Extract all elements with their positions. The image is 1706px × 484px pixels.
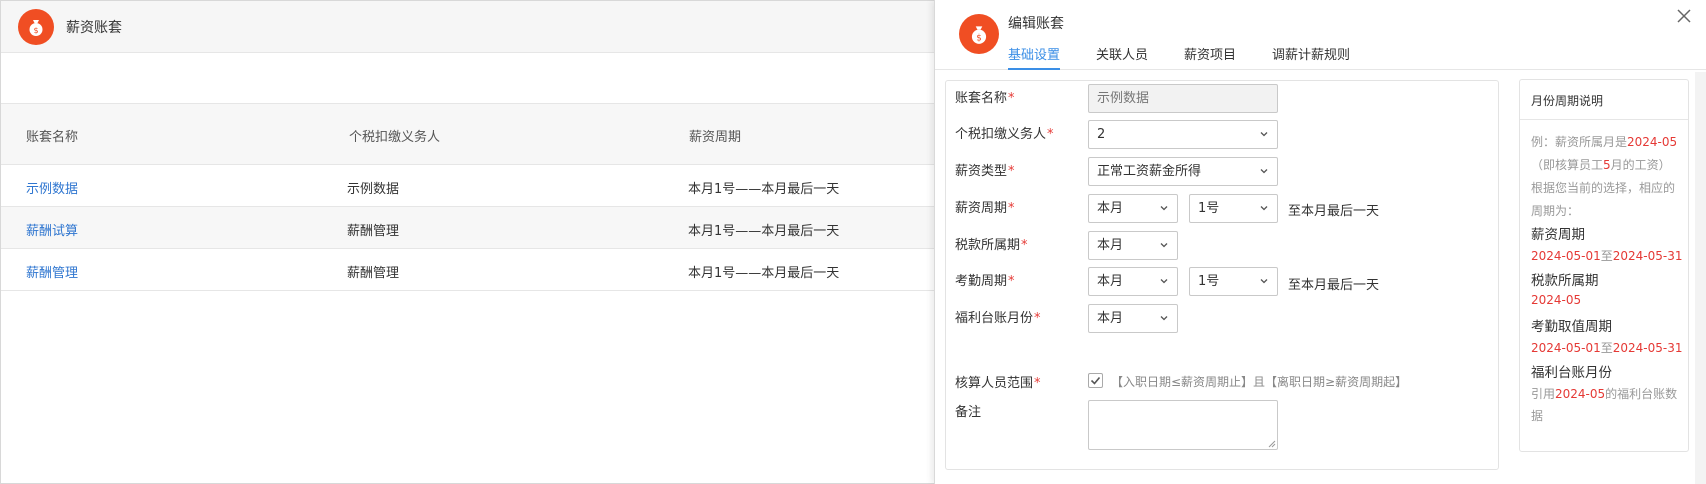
- drawer-header: $ 编辑账套 基础设置 关联人员 薪资项目 调薪计薪规则: [935, 0, 1706, 70]
- scope-label: 核算人员范围*: [955, 376, 1041, 391]
- tax-agent-cell: 薪酬管理: [347, 266, 400, 281]
- chevron-down-icon: [1260, 132, 1268, 137]
- tab-pay-rules[interactable]: 调薪计薪规则: [1272, 44, 1350, 70]
- cycle-cell: 本月1号——本月最后一天: [688, 224, 840, 239]
- scope-description: 【入职日期≤薪资周期止】且【离职日期≥薪资周期起】: [1111, 375, 1408, 389]
- attendance-cycle-label: 考勤周期*: [955, 274, 1015, 289]
- tax-agent-cell: 薪酬管理: [347, 224, 400, 239]
- resize-handle-icon[interactable]: [1268, 440, 1276, 448]
- help-tax-period-heading: 税款所属期: [1531, 273, 1599, 289]
- attendance-month-select[interactable]: 本月: [1088, 267, 1178, 296]
- help-example-line: 根据您当前的选择，相应的: [1531, 181, 1676, 195]
- tab-salary-items[interactable]: 薪资项目: [1184, 44, 1236, 70]
- salary-cycle-day-select[interactable]: 1号: [1189, 194, 1278, 223]
- help-welfare-text: 据: [1531, 409, 1544, 423]
- help-welfare-text: 引用2024-05的福利台账数: [1531, 387, 1678, 401]
- drawer-title: 编辑账套: [1008, 16, 1064, 32]
- salary-cycle-suffix: 至本月最后一天: [1288, 204, 1380, 219]
- help-panel-header: 月份周期说明: [1520, 80, 1688, 120]
- tax-period-select[interactable]: 本月: [1088, 231, 1178, 260]
- chevron-down-icon: [1260, 279, 1268, 284]
- help-salary-cycle-heading: 薪资周期: [1531, 227, 1585, 243]
- column-header-cycle: 薪资周期: [689, 130, 742, 145]
- account-name-link[interactable]: 薪酬试算: [26, 220, 78, 239]
- page-title: 薪资账套: [66, 20, 122, 36]
- help-example-line: 例：薪资所属月是2024-05: [1531, 135, 1678, 149]
- money-bag-icon: $: [959, 14, 999, 54]
- cycle-cell: 本月1号——本月最后一天: [688, 182, 840, 197]
- help-example-line: 周期为：: [1531, 204, 1580, 218]
- drawer-scrollbar[interactable]: [1695, 72, 1706, 484]
- help-salary-cycle-range: 2024-05-01至2024-05-31: [1531, 249, 1683, 263]
- chevron-down-icon: [1160, 206, 1168, 211]
- remark-label: 备注: [955, 405, 982, 420]
- help-attendance-range: 2024-05-01至2024-05-31: [1531, 341, 1683, 355]
- chevron-down-icon: [1160, 243, 1168, 248]
- cycle-cell: 本月1号——本月最后一天: [688, 266, 840, 281]
- help-welfare-heading: 福利台账月份: [1531, 365, 1612, 381]
- help-tax-period-value: 2024-05: [1531, 293, 1582, 307]
- account-name-link[interactable]: 示例数据: [26, 178, 78, 197]
- close-icon[interactable]: [1671, 4, 1697, 30]
- scope-checkbox[interactable]: [1088, 373, 1103, 388]
- tax-agent-cell: 示例数据: [347, 182, 400, 197]
- month-cycle-help-panel: 月份周期说明 例：薪资所属月是2024-05 （即核算员工5月的工资） 根据您当…: [1519, 79, 1689, 452]
- salary-type-select[interactable]: 正常工资薪金所得: [1088, 157, 1278, 186]
- salary-cycle-month-select[interactable]: 本月: [1088, 194, 1178, 223]
- salary-type-label: 薪资类型*: [955, 164, 1015, 179]
- chevron-down-icon: [1160, 279, 1168, 284]
- money-bag-icon: $: [18, 9, 54, 45]
- help-attendance-heading: 考勤取值周期: [1531, 319, 1612, 335]
- basic-settings-form: 账套名称* 示例数据 个税扣缴义务人* 2 薪资类型* 正常工资薪金所得 薪资周…: [945, 80, 1499, 470]
- chevron-down-icon: [1260, 206, 1268, 211]
- tax-period-label: 税款所属期*: [955, 238, 1028, 253]
- salary-cycle-label: 薪资周期*: [955, 201, 1015, 216]
- tab-linked-staff[interactable]: 关联人员: [1096, 44, 1148, 70]
- welfare-month-select[interactable]: 本月: [1088, 304, 1178, 333]
- tab-basic-settings[interactable]: 基础设置: [1008, 44, 1061, 70]
- checkmark-icon: [1090, 376, 1101, 385]
- svg-text:$: $: [33, 26, 38, 35]
- attendance-cycle-suffix: 至本月最后一天: [1288, 278, 1380, 293]
- remark-textarea[interactable]: [1088, 400, 1278, 450]
- tax-agent-label: 个税扣缴义务人*: [955, 127, 1054, 142]
- account-name-link[interactable]: 薪酬管理: [26, 262, 78, 281]
- tax-agent-select[interactable]: 2: [1088, 120, 1278, 149]
- svg-text:$: $: [976, 34, 982, 44]
- edit-account-drawer: $ 编辑账套 基础设置 关联人员 薪资项目 调薪计薪规则 账套名称* 示例数据 …: [934, 0, 1706, 484]
- help-example-line: （即核算员工5月的工资）: [1531, 158, 1671, 172]
- name-label: 账套名称*: [955, 91, 1015, 106]
- account-name-field[interactable]: 示例数据: [1088, 84, 1278, 113]
- welfare-month-label: 福利台账月份*: [955, 311, 1041, 326]
- help-panel-title: 月份周期说明: [1531, 94, 1604, 108]
- chevron-down-icon: [1160, 316, 1168, 321]
- chevron-down-icon: [1260, 169, 1268, 174]
- column-header-name: 账套名称: [26, 130, 79, 145]
- column-header-tax-agent: 个税扣缴义务人: [349, 130, 441, 145]
- attendance-day-select[interactable]: 1号: [1189, 267, 1278, 296]
